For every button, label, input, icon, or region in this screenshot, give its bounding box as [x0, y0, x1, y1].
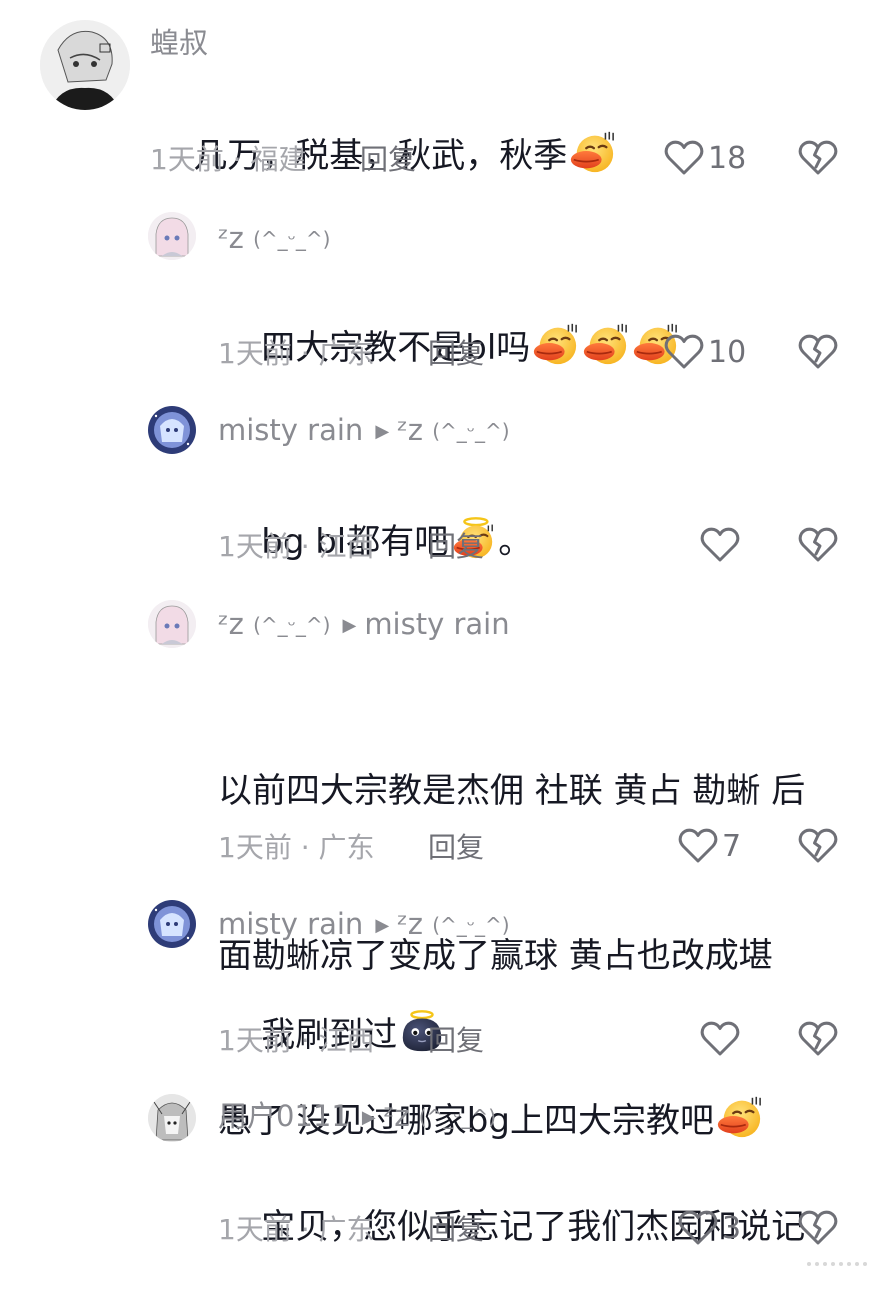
comment-time-location: 1天前 · 江西	[218, 530, 375, 563]
comment-username[interactable]: misty rain ▶ ᶻz (^_ᵕ_^)	[218, 906, 510, 944]
reply-button[interactable]: 回复	[428, 1212, 484, 1248]
smirk-duck-icon	[531, 321, 579, 367]
like-count: 18	[708, 140, 747, 176]
broken-heart-icon[interactable]	[798, 334, 838, 370]
comment-username[interactable]: misty rain ▶ ᶻz (^_ᵕ_^)	[218, 412, 510, 450]
comment-time-location: 1天前 · 福建	[150, 143, 307, 176]
avatar[interactable]	[148, 1094, 196, 1142]
avatar[interactable]	[40, 20, 130, 110]
reply-button[interactable]: 回复	[428, 529, 484, 565]
like-button[interactable]: 10	[664, 334, 746, 370]
watermark-dots	[807, 1262, 867, 1266]
reply-button[interactable]: 回复	[428, 830, 484, 866]
avatar[interactable]	[148, 406, 196, 454]
heart-outline-icon	[664, 334, 704, 370]
like-button[interactable]: 3	[678, 1210, 741, 1246]
like-button[interactable]: 7	[678, 828, 741, 864]
smirk-duck-icon	[715, 1094, 763, 1140]
comment-username[interactable]: ᶻz (^_ᵕ_^) ▶ misty rain	[218, 606, 510, 644]
broken-heart-icon[interactable]	[798, 527, 838, 563]
broken-heart-icon[interactable]	[798, 828, 838, 864]
play-arrow-icon: ▶	[375, 915, 390, 936]
heart-outline-icon	[700, 527, 740, 563]
comment-time-location: 1天前 · 江西	[218, 1024, 375, 1057]
comment-time-location: 1天前 · 广东	[218, 1213, 375, 1246]
reply-button[interactable]: 回复	[428, 1023, 484, 1059]
reply-button[interactable]: 回复	[360, 142, 416, 178]
like-count: 10	[708, 334, 747, 370]
heart-outline-icon	[678, 828, 718, 864]
like-button[interactable]	[700, 1021, 744, 1057]
comment-time-location: 1天前 · 广东	[218, 337, 375, 370]
broken-heart-icon[interactable]	[798, 140, 838, 176]
like-button[interactable]	[700, 527, 744, 563]
avatar[interactable]	[148, 900, 196, 948]
play-arrow-icon: ▶	[361, 1107, 376, 1128]
avatar[interactable]	[148, 600, 196, 648]
heart-outline-icon	[700, 1021, 740, 1057]
broken-heart-icon[interactable]	[798, 1021, 838, 1057]
comment-username[interactable]: 蝗叔	[150, 25, 208, 61]
like-count: 3	[722, 1210, 742, 1246]
avatar[interactable]	[148, 212, 196, 260]
comment-username[interactable]: 用户0111 ▶ ᶻz (^_ᵕ_^)	[218, 1098, 496, 1136]
heart-outline-icon	[664, 140, 704, 176]
comment-username[interactable]: ᶻz (^_ᵕ_^)	[218, 220, 330, 257]
play-arrow-icon: ▶	[375, 421, 390, 442]
like-button[interactable]: 18	[664, 140, 746, 176]
reply-button[interactable]: 回复	[428, 336, 484, 372]
like-count: 7	[722, 828, 742, 864]
smirk-duck-icon	[568, 129, 616, 175]
heart-outline-icon	[678, 1210, 718, 1246]
smirk-duck-icon	[581, 321, 629, 367]
broken-heart-icon[interactable]	[798, 1210, 838, 1246]
play-arrow-icon: ▶	[342, 615, 357, 636]
comment-time-location: 1天前 · 广东	[218, 831, 375, 864]
